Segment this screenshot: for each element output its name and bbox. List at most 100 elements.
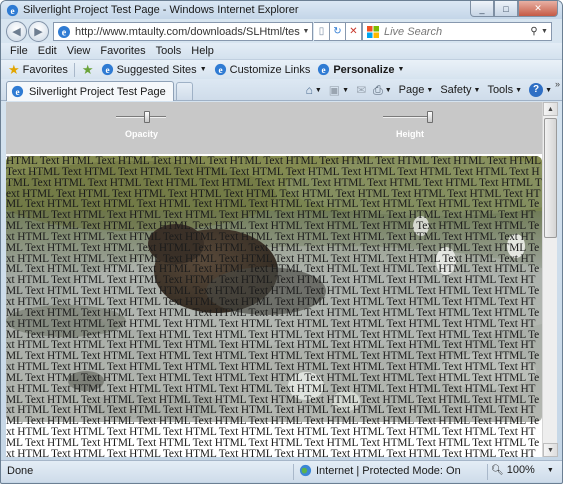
browser-window: e Silverlight Project Test Page - Window… bbox=[0, 0, 563, 484]
customize-links-link[interactable]: e Customize Links bbox=[214, 63, 311, 76]
page-menu-label: Page bbox=[398, 84, 425, 96]
favorites-star-icon: ★ bbox=[8, 61, 20, 77]
tools-dropdown-icon: ▼ bbox=[515, 86, 523, 94]
compatibility-view-button[interactable]: ▯ bbox=[314, 22, 330, 41]
personalize-icon: e bbox=[318, 63, 330, 76]
favorites-button[interactable]: ★ Favorites bbox=[8, 62, 68, 78]
customize-links-label: Customize Links bbox=[229, 63, 311, 76]
back-button[interactable]: ◀ bbox=[6, 21, 27, 42]
help-menu[interactable]: ? ▼ bbox=[529, 83, 552, 97]
page-dropdown-icon: ▼ bbox=[426, 86, 434, 94]
page-ie-icon: e bbox=[58, 25, 70, 38]
svg-text:e: e bbox=[10, 7, 14, 17]
height-slider[interactable] bbox=[383, 111, 433, 123]
personalize-label: Personalize bbox=[333, 63, 395, 76]
suggested-sites-link[interactable]: e Suggested Sites ▼ bbox=[101, 63, 207, 76]
title-bar[interactable]: e Silverlight Project Test Page - Window… bbox=[1, 1, 562, 19]
safety-dropdown-icon: ▼ bbox=[473, 86, 481, 94]
vertical-scrollbar[interactable]: ▲ ▼ bbox=[542, 102, 558, 457]
height-slider-track[interactable] bbox=[383, 116, 433, 118]
window-title: Silverlight Project Test Page - Windows … bbox=[23, 4, 299, 16]
search-box[interactable]: Live Search ⚲ ▼ bbox=[362, 22, 552, 41]
status-bar: Done Internet | Protected Mode: On 🔍︎ 10… bbox=[1, 460, 562, 482]
opacity-slider-track[interactable] bbox=[116, 116, 166, 118]
print-icon: ⎙ bbox=[373, 82, 383, 97]
zoom-level: 100% bbox=[506, 464, 535, 476]
personalize-link[interactable]: e Personalize ▼ bbox=[317, 63, 404, 76]
tab-silverlight-test-page[interactable]: e Silverlight Project Test Page bbox=[6, 81, 174, 101]
customize-links-icon: e bbox=[214, 63, 226, 76]
height-label: Height bbox=[396, 129, 424, 139]
status-separator bbox=[487, 464, 488, 480]
scroll-down-arrow-icon[interactable]: ▼ bbox=[543, 443, 558, 457]
feeds-dropdown-icon: ▼ bbox=[342, 86, 350, 94]
suggested-sites-icon: e bbox=[101, 63, 113, 76]
security-zone-label: Internet | Protected Mode: On bbox=[316, 464, 461, 477]
more-commands-chevron-icon[interactable]: » bbox=[555, 79, 560, 89]
feeds-button[interactable]: ▣ ▼ bbox=[329, 83, 349, 97]
print-button[interactable]: ⎙ ▼ bbox=[373, 83, 392, 98]
favorites-separator bbox=[73, 62, 75, 77]
nav-buttons: ◀ ▶ bbox=[6, 21, 50, 42]
search-placeholder[interactable]: Live Search bbox=[384, 26, 527, 38]
help-icon: ? bbox=[529, 83, 544, 97]
svg-text:e: e bbox=[105, 66, 109, 76]
home-button[interactable]: ⌂ ▼ bbox=[306, 83, 322, 97]
address-row: ◀ ▶ e http://www.mtaulty.com/downloads/S… bbox=[1, 19, 562, 43]
menu-help[interactable]: Help bbox=[186, 43, 219, 59]
status-separator bbox=[293, 464, 294, 480]
close-button[interactable]: ✕ bbox=[518, 1, 558, 17]
stop-button[interactable]: ✕ bbox=[346, 22, 362, 41]
compat-page-icon: ▯ bbox=[318, 26, 325, 37]
zoom-control[interactable]: 🔍︎ 100% ▼ bbox=[491, 464, 554, 476]
safety-menu[interactable]: Safety ▼ bbox=[440, 84, 480, 96]
security-zone[interactable]: Internet | Protected Mode: On bbox=[299, 464, 461, 477]
tab-ie-icon: e bbox=[11, 85, 24, 98]
stop-icon: ✕ bbox=[349, 26, 358, 37]
url-text[interactable]: http://www.mtaulty.com/downloads/SLHtml/… bbox=[75, 26, 300, 38]
menu-file[interactable]: File bbox=[5, 43, 33, 59]
read-mail-button[interactable]: ✉ bbox=[356, 83, 366, 97]
menu-tools[interactable]: Tools bbox=[151, 43, 187, 59]
add-to-favorites-bar-button[interactable]: ★ bbox=[82, 62, 94, 78]
height-slider-thumb[interactable] bbox=[427, 111, 433, 123]
window-controls: _ □ ✕ bbox=[470, 1, 558, 17]
print-dropdown-icon: ▼ bbox=[384, 86, 392, 94]
rss-icon: ▣ bbox=[328, 83, 341, 97]
live-search-icon bbox=[367, 25, 379, 38]
search-icon[interactable]: ⚲ bbox=[527, 26, 541, 37]
favorites-label: Favorites bbox=[22, 63, 68, 76]
address-bar[interactable]: e http://www.mtaulty.com/downloads/SLHtm… bbox=[53, 22, 313, 41]
globe-icon bbox=[299, 464, 312, 477]
opacity-label: Opacity bbox=[125, 129, 159, 139]
tab-row: e Silverlight Project Test Page ⌂ ▼ ▣ ▼ … bbox=[1, 79, 562, 101]
html-text-block: HTML Text HTML Text HTML Text HTML Text … bbox=[6, 156, 542, 457]
menu-favorites[interactable]: Favorites bbox=[95, 43, 150, 59]
search-dropdown-icon[interactable]: ▼ bbox=[541, 28, 551, 35]
scroll-up-arrow-icon[interactable]: ▲ bbox=[543, 102, 558, 116]
home-dropdown-icon: ▼ bbox=[314, 86, 322, 94]
maximize-button[interactable]: □ bbox=[494, 1, 518, 17]
opacity-slider[interactable] bbox=[116, 111, 166, 123]
safety-menu-label: Safety bbox=[440, 84, 472, 96]
tools-menu-label: Tools bbox=[487, 84, 514, 96]
refresh-button[interactable]: ↻ bbox=[330, 22, 346, 41]
forward-button[interactable]: ▶ bbox=[28, 21, 49, 42]
help-dropdown-icon: ▼ bbox=[545, 86, 552, 94]
menu-edit[interactable]: Edit bbox=[33, 43, 62, 59]
svg-text:e: e bbox=[62, 27, 67, 38]
menu-view[interactable]: View bbox=[62, 43, 96, 59]
menu-bar: File Edit View Favorites Tools Help bbox=[1, 43, 562, 59]
suggested-sites-dropdown-icon: ▼ bbox=[199, 66, 207, 73]
minimize-button[interactable]: _ bbox=[470, 1, 494, 17]
page-content: Opacity Height HTML Text HTML Text HTML … bbox=[6, 102, 542, 457]
opacity-slider-thumb[interactable] bbox=[144, 111, 150, 123]
page-menu[interactable]: Page ▼ bbox=[399, 84, 434, 96]
tools-menu[interactable]: Tools ▼ bbox=[487, 84, 522, 96]
scrollbar-thumb[interactable] bbox=[544, 118, 557, 238]
new-tab-button[interactable] bbox=[176, 82, 193, 100]
address-buttons: ▯ ↻ ✕ bbox=[314, 22, 362, 41]
address-dropdown-icon[interactable]: ▼ bbox=[300, 28, 312, 35]
back-arrow-icon: ◀ bbox=[12, 26, 21, 38]
svg-text:e: e bbox=[218, 66, 222, 76]
